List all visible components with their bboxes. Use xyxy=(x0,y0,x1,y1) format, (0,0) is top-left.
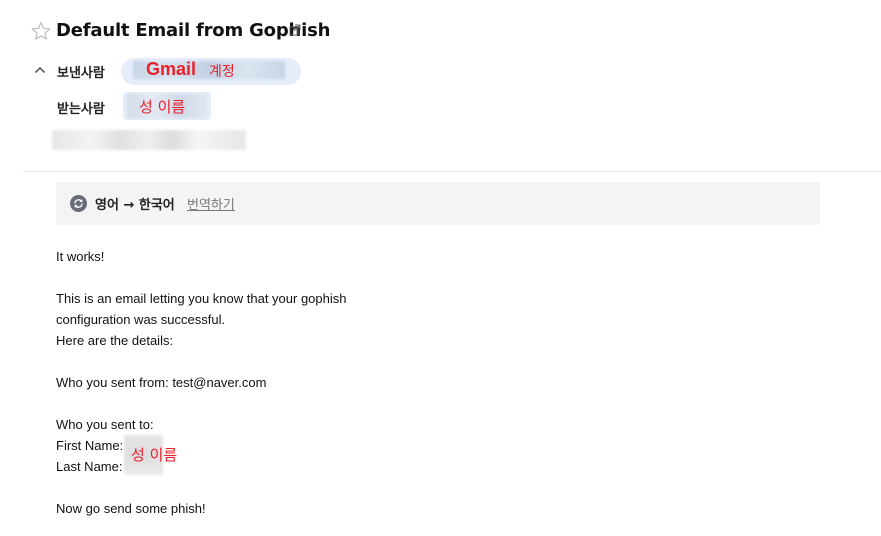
sender-annotation-gmail: Gmail xyxy=(146,59,197,79)
body-line: Here are the details: xyxy=(56,333,174,348)
recipient-chip[interactable]: 성 이름 xyxy=(123,92,211,120)
body-line: configuration was successful. xyxy=(56,312,226,327)
body-line-sent-from: Who you sent from: test@naver.com xyxy=(56,375,267,390)
first-name-label: First Name: xyxy=(56,438,124,453)
to-label: 받는사람 xyxy=(57,102,105,117)
external-link-icon[interactable] xyxy=(289,24,301,36)
chevron-up-icon[interactable] xyxy=(34,65,46,75)
translate-link[interactable]: 번역하기 xyxy=(187,194,235,213)
translate-icon xyxy=(70,195,87,212)
body-line-it-works: It works! xyxy=(56,249,105,264)
body-line-sent-to: Who you sent to: xyxy=(56,417,154,432)
sender-chip[interactable]: Gmail 계정 xyxy=(121,58,301,85)
redacted-date xyxy=(52,130,246,150)
body-line-closing: Now go send some phish! xyxy=(56,501,206,516)
translate-bar: 영어 → 한국어 번역하기 xyxy=(56,182,820,225)
from-label: 보낸사람 xyxy=(57,66,105,81)
body-line: This is an email letting you know that y… xyxy=(56,291,347,306)
name-annotation: 성 이름 xyxy=(131,446,178,464)
last-name-label: Last Name: xyxy=(56,459,123,474)
translate-direction: 영어 → 한국어 xyxy=(95,198,175,213)
sender-annotation-account: 계정 xyxy=(209,64,235,80)
header-divider xyxy=(22,171,881,172)
star-icon[interactable] xyxy=(31,21,51,41)
recipient-annotation: 성 이름 xyxy=(139,98,186,116)
